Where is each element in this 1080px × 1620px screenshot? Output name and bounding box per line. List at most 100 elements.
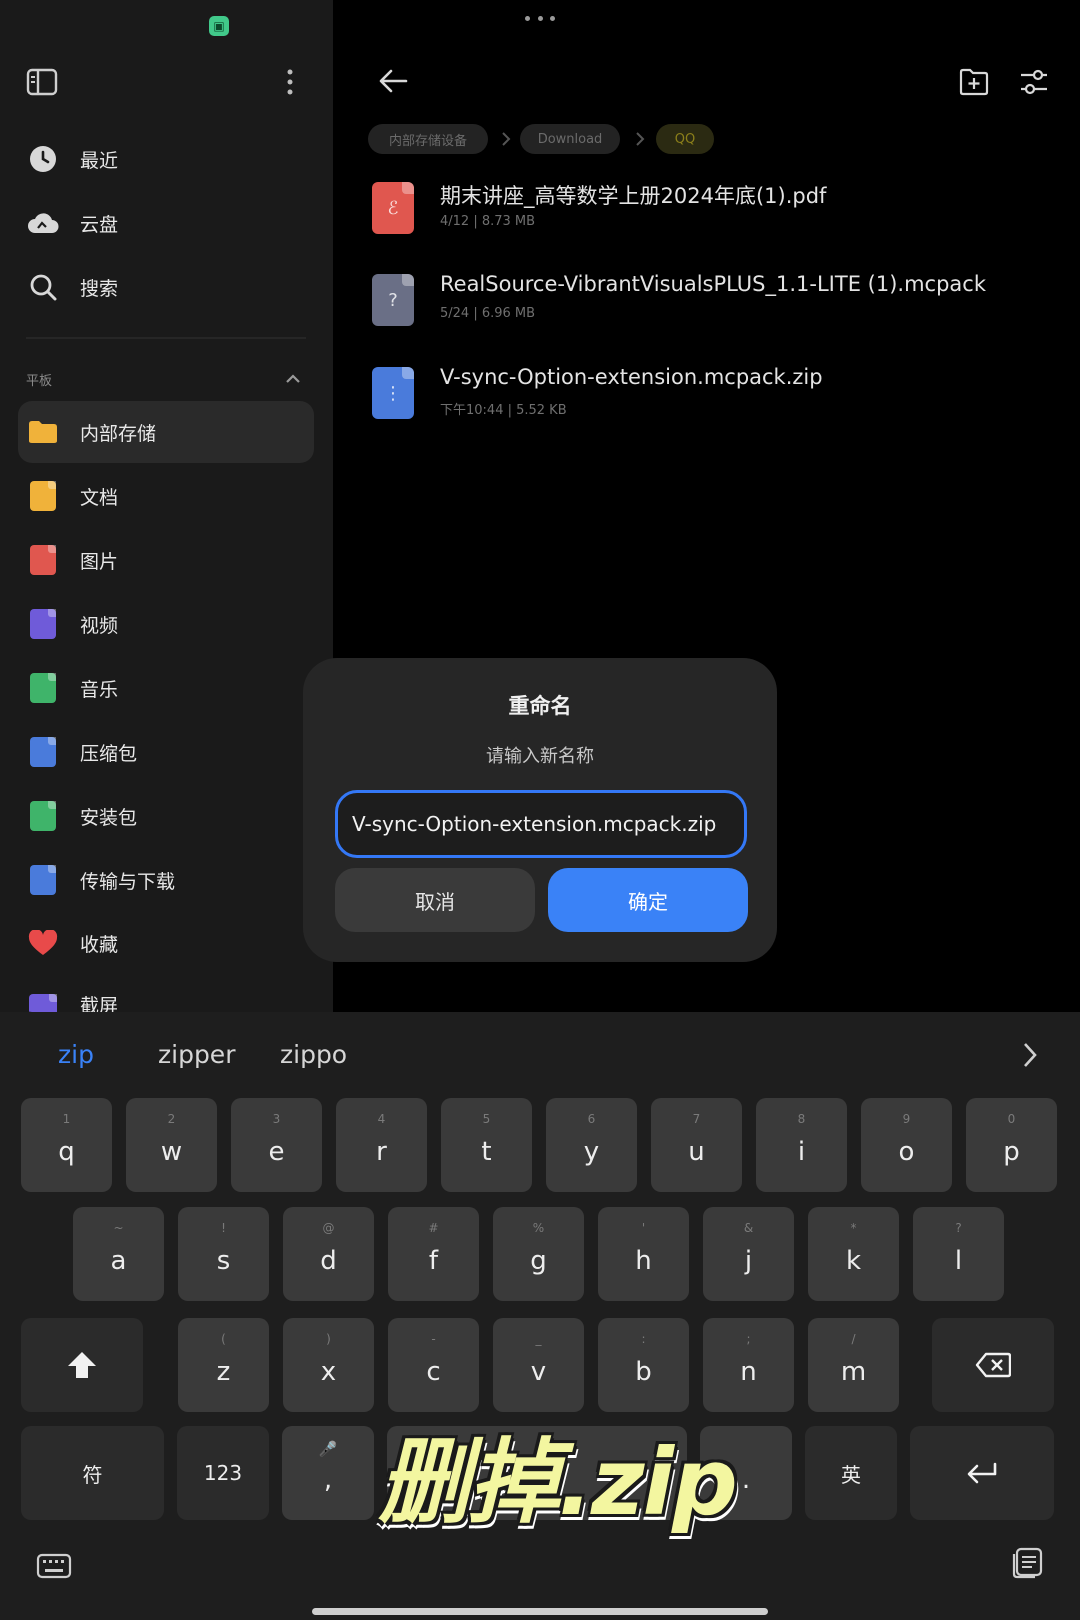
key-label: w xyxy=(160,1137,183,1167)
key-h[interactable]: ' h xyxy=(598,1207,689,1301)
sidebar-item-videos[interactable]: 视频 xyxy=(18,593,314,655)
sort-filter-icon[interactable] xyxy=(1018,66,1050,98)
key-p[interactable]: 0p xyxy=(966,1098,1057,1192)
shift-key[interactable] xyxy=(21,1318,143,1412)
enter-key[interactable] xyxy=(910,1426,1054,1520)
key-hint: _ xyxy=(535,1332,542,1346)
key-hint: : xyxy=(641,1332,646,1346)
numbers-key[interactable]: 123 xyxy=(177,1426,269,1520)
key-w[interactable]: 2w xyxy=(126,1098,217,1192)
key-b[interactable]: :b xyxy=(598,1318,689,1412)
key-label: f xyxy=(428,1246,439,1276)
sidebar-item-label: 最近 xyxy=(80,149,119,172)
key-j[interactable]: & j xyxy=(703,1207,794,1301)
sidebar-item-music[interactable]: 音乐 xyxy=(18,657,314,719)
sidebar-item-recent[interactable]: 最近 xyxy=(18,128,314,190)
key-label: i xyxy=(797,1137,806,1167)
key-z[interactable]: (z xyxy=(178,1318,269,1412)
key-n[interactable]: ; n xyxy=(703,1318,794,1412)
key-a[interactable]: ~ a xyxy=(73,1207,164,1301)
sidebar-item-archives[interactable]: 压缩包 xyxy=(18,721,314,783)
suggestion-item[interactable]: zip xyxy=(58,1040,94,1069)
key-u[interactable]: 7u xyxy=(651,1098,742,1192)
breadcrumb-item-current[interactable]: QQ xyxy=(656,124,714,154)
sidebar-item-screenshots[interactable]: 截屏 xyxy=(18,975,314,1012)
key-e[interactable]: 3e xyxy=(231,1098,322,1192)
key-k[interactable]: * k xyxy=(808,1207,899,1301)
sidebar-toggle-icon[interactable] xyxy=(26,68,58,96)
back-arrow-icon[interactable] xyxy=(376,64,412,98)
file-list-item[interactable]: ℰ 期末讲座_高等数学上册2024年底(1).pdf 4/12 | 8.73 M… xyxy=(370,178,1070,258)
sidebar-item-apks[interactable]: 安装包 xyxy=(18,785,314,847)
key-y[interactable]: 6y xyxy=(546,1098,637,1192)
key-hint: 6 xyxy=(587,1112,596,1126)
key-t[interactable]: 5t xyxy=(441,1098,532,1192)
symbols-key[interactable]: 符 xyxy=(21,1426,164,1520)
key-s[interactable]: ! s xyxy=(178,1207,269,1301)
language-switch-key[interactable]: 英 xyxy=(805,1426,897,1520)
transfer-icon xyxy=(30,865,56,895)
chevron-right-icon xyxy=(502,132,511,146)
key-m[interactable]: / m xyxy=(808,1318,899,1412)
sidebar-item-internal-storage[interactable]: 内部存储 xyxy=(18,401,314,463)
chevron-right-icon xyxy=(636,132,645,146)
sidebar-item-cloud[interactable]: 云盘 xyxy=(18,192,314,254)
key-hint: ' xyxy=(641,1221,646,1235)
sidebar-item-search[interactable]: 搜索 xyxy=(18,256,314,318)
image-icon xyxy=(30,545,56,575)
rename-input[interactable]: V-sync-Option-extension.mcpack.zip xyxy=(335,790,747,858)
search-icon xyxy=(30,274,57,301)
new-folder-icon[interactable] xyxy=(958,66,990,98)
key-hint: 5 xyxy=(482,1112,491,1126)
key-hint: 4 xyxy=(377,1112,386,1126)
key-hint: 0 xyxy=(1007,1112,1016,1126)
sidebar-item-images[interactable]: 图片 xyxy=(18,529,314,591)
key-o[interactable]: 9o xyxy=(861,1098,952,1192)
breadcrumb-item[interactable]: 内部存储设备 xyxy=(368,124,488,154)
key-hint: 9 xyxy=(902,1112,911,1126)
suggestion-item[interactable]: zippo xyxy=(280,1040,347,1069)
file-list-item[interactable]: ? RealSource-VibrantVisualsPLUS_1.1-LITE… xyxy=(370,270,1070,350)
sidebar-item-label: 图片 xyxy=(80,550,119,573)
key-d[interactable]: @ d xyxy=(283,1207,374,1301)
cancel-button[interactable]: 取消 xyxy=(335,868,535,932)
sidebar-item-transfers[interactable]: 传输与下载 xyxy=(18,849,314,911)
key-label: v xyxy=(530,1357,547,1387)
key-i[interactable]: 8i xyxy=(756,1098,847,1192)
more-vertical-icon[interactable] xyxy=(278,66,302,98)
key-f[interactable]: # f xyxy=(388,1207,479,1301)
key-v[interactable]: _ v xyxy=(493,1318,584,1412)
key-label: c xyxy=(426,1357,441,1387)
key-c[interactable]: -c xyxy=(388,1318,479,1412)
sidebar-item-label: 视频 xyxy=(80,614,119,637)
confirm-button[interactable]: 确定 xyxy=(548,868,748,932)
key-hint: & xyxy=(743,1221,754,1235)
key-l[interactable]: ? l xyxy=(913,1207,1004,1301)
comma-key[interactable]: 🎤, xyxy=(282,1426,374,1520)
home-indicator[interactable] xyxy=(312,1608,768,1615)
keyboard-hide-icon[interactable] xyxy=(36,1552,72,1582)
file-list-item[interactable]: ⋮ V-sync-Option-extension.mcpack.zip 下午1… xyxy=(370,363,1070,443)
breadcrumb-item[interactable]: Download xyxy=(520,124,620,154)
key-r[interactable]: 4r xyxy=(336,1098,427,1192)
window-handle-dots[interactable] xyxy=(525,16,555,26)
file-meta: 下午10:44 | 5.52 KB xyxy=(440,403,567,418)
chevron-right-icon[interactable] xyxy=(1020,1040,1040,1070)
sidebar: ▣ 最近 云盘 搜索 平板 内部存储 文档 图片 视频 音乐 压缩包 安装包 传… xyxy=(0,0,333,1012)
sidebar-item-documents[interactable]: 文档 xyxy=(18,465,314,527)
key-g[interactable]: % g xyxy=(493,1207,584,1301)
sidebar-item-favorites[interactable]: 收藏 xyxy=(18,912,314,974)
key-label: t xyxy=(481,1137,492,1167)
key-q[interactable]: 1q xyxy=(21,1098,112,1192)
pdf-file-icon: ℰ xyxy=(372,182,414,234)
suggestion-item[interactable]: zipper xyxy=(158,1040,235,1069)
key-hint: # xyxy=(428,1221,439,1235)
key-x[interactable]: ) x xyxy=(283,1318,374,1412)
key-label: e xyxy=(268,1137,285,1167)
clipboard-icon[interactable] xyxy=(1010,1546,1044,1580)
sidebar-item-label: 收藏 xyxy=(80,933,119,956)
key-hint: @ xyxy=(322,1221,335,1235)
backspace-key[interactable] xyxy=(932,1318,1054,1412)
key-hint: 2 xyxy=(167,1112,176,1126)
chevron-up-icon[interactable] xyxy=(284,372,302,386)
